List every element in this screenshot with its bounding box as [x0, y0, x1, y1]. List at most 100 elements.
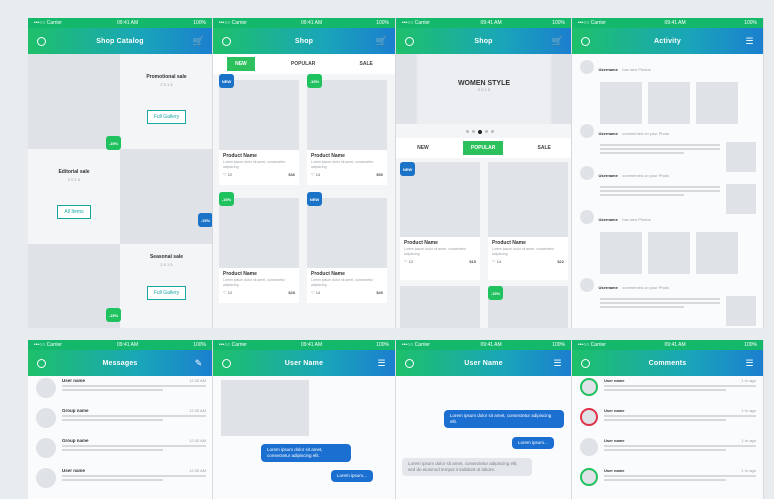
message-sender: User name: [62, 378, 86, 383]
hero-side-left: [396, 54, 416, 124]
status-bar: •••○○ Carrier 09:41 AM 100%: [396, 18, 571, 28]
time-text: 09:41 AM: [664, 342, 686, 348]
status-bar: •••○○ Carrier 09:41 AM 100%: [213, 18, 395, 28]
list-icon[interactable]: ☰: [744, 36, 755, 47]
promo-block-2[interactable]: Editorial sale 2 0 1 5 All Items: [28, 149, 120, 244]
activity-item[interactable]: Username commented on your Photo: [580, 276, 756, 326]
comment-author: User name: [604, 408, 625, 413]
avatar: [580, 59, 594, 74]
promo-block-3[interactable]: Seasonal sale 2 0 1 5 Full Gallery: [120, 244, 212, 328]
product-card[interactable]: Product Name Lorem ipsum dolor sit amet,…: [400, 162, 480, 280]
photo-thumb[interactable]: [600, 82, 642, 124]
photo-thumb[interactable]: [648, 82, 690, 124]
product-price: $36: [288, 172, 295, 177]
carrier-text: •••○○ Carrier: [34, 342, 62, 348]
activity-item[interactable]: Username has new Photos: [580, 58, 756, 124]
comment-item[interactable]: User name 1 hr ago: [580, 408, 756, 426]
product-image-partial: [400, 286, 480, 328]
screen-chat-2: •••○○ Carrier 09:41 AM 100% User Name ☰ …: [396, 340, 572, 499]
activity-user: Username: [598, 285, 618, 290]
message-item[interactable]: User name 12:30 AM: [36, 468, 206, 488]
photo-thumb[interactable]: [648, 232, 690, 274]
heart-icon[interactable]: ♡ 12: [223, 290, 232, 295]
comment-time: 1 hr ago: [741, 438, 756, 443]
all-items-button[interactable]: All Items: [57, 205, 91, 219]
product-name: Product Name: [311, 153, 345, 159]
comment-item[interactable]: User name 1 hr ago: [580, 468, 756, 486]
message-time: 12:30 AM: [189, 468, 206, 473]
product-desc: Lorem ipsum dolor sit amet, consectetur …: [223, 160, 286, 169]
shared-image[interactable]: [221, 380, 309, 436]
heart-icon[interactable]: ♡ 12: [223, 172, 232, 177]
promo-block-1[interactable]: Promotional sale 2 0 1 5 Full Gallery: [120, 54, 212, 149]
message-item[interactable]: User name 12:30 AM: [36, 378, 206, 398]
cart-icon[interactable]: 🛒: [376, 36, 387, 47]
menu-circle-icon[interactable]: [36, 36, 47, 47]
tab-new[interactable]: NEW: [227, 57, 255, 71]
activity-item[interactable]: Username has new Photos: [580, 208, 756, 274]
list-icon[interactable]: ☰: [552, 358, 563, 369]
activity-item[interactable]: Username commented on your Photo: [580, 164, 756, 214]
photo-thumb[interactable]: [696, 82, 738, 124]
heart-icon[interactable]: ♡ 14: [492, 259, 501, 264]
product-card[interactable]: Product Name Lorem ipsum dolor sit amet,…: [219, 198, 299, 303]
avatar: [580, 165, 594, 180]
discount-badge: -15%: [106, 308, 121, 322]
avatar: [580, 408, 598, 426]
activity-action: commented on your Photo: [622, 173, 670, 178]
tab-popular[interactable]: POPULAR: [283, 57, 323, 71]
promo-year: 2 0 1 5: [160, 262, 173, 267]
full-gallery-button[interactable]: Full Gallery: [146, 110, 187, 124]
tab-sale[interactable]: SALE: [352, 57, 381, 71]
message-sender: Group name: [62, 408, 89, 413]
avatar: [580, 378, 598, 396]
tab-sale[interactable]: SALE: [530, 141, 559, 155]
list-icon[interactable]: ☰: [744, 358, 755, 369]
menu-circle-icon[interactable]: [404, 358, 415, 369]
compose-icon[interactable]: ✎: [193, 358, 204, 369]
message-item[interactable]: Group name 12:30 AM: [36, 408, 206, 428]
heart-icon[interactable]: ♡ 14: [311, 172, 320, 177]
menu-circle-icon[interactable]: [404, 36, 415, 47]
cart-icon[interactable]: 🛒: [193, 36, 204, 47]
page-title: Messages: [102, 359, 138, 367]
hero-banner[interactable]: WOMEN STYLE 2 0 1 5: [396, 54, 571, 124]
menu-circle-icon[interactable]: [580, 358, 591, 369]
like-count: 12: [227, 172, 233, 177]
menu-circle-icon[interactable]: [221, 358, 232, 369]
activity-user: Username: [598, 217, 618, 222]
heart-icon[interactable]: ♡ 14: [311, 290, 320, 295]
comment-item[interactable]: User name 1 hr ago: [580, 438, 756, 456]
cart-icon[interactable]: 🛒: [552, 36, 563, 47]
menu-circle-icon[interactable]: [221, 36, 232, 47]
photo-thumb[interactable]: [600, 232, 642, 274]
battery-text: 100%: [376, 342, 389, 348]
message-item[interactable]: Group name 12:30 AM: [36, 438, 206, 458]
avatar: [580, 277, 594, 292]
product-card[interactable]: Product Name Lorem ipsum dolor sit amet,…: [488, 162, 568, 280]
hero-side-right: [552, 54, 571, 124]
menu-circle-icon[interactable]: [580, 36, 591, 47]
heart-icon[interactable]: ♡ 12: [404, 259, 413, 264]
tab-new[interactable]: NEW: [409, 141, 437, 155]
carousel-dots[interactable]: [466, 130, 494, 134]
product-card[interactable]: Product Name Lorem ipsum dolor sit amet,…: [307, 80, 387, 185]
product-footer: ♡ 14 $50: [307, 170, 387, 179]
carrier-text: •••○○ Carrier: [219, 20, 247, 26]
page-title: Shop: [474, 37, 493, 45]
photo-thumb[interactable]: [726, 296, 756, 326]
product-card[interactable]: Product Name Lorem ipsum dolor sit amet,…: [219, 80, 299, 185]
carrier-text: •••○○ Carrier: [578, 20, 606, 26]
product-card[interactable]: Product Name Lorem ipsum dolor sit amet,…: [307, 198, 387, 303]
comment-item[interactable]: User name 1 hr ago: [580, 378, 756, 396]
product-desc: Lorem ipsum dolor sit amet, consectetur …: [311, 278, 374, 287]
menu-circle-icon[interactable]: [36, 358, 47, 369]
new-badge: NEW: [400, 162, 415, 176]
message-bubble-received: Lorem ipsum dolor sit amet, consectetur …: [402, 458, 532, 476]
photo-thumb[interactable]: [696, 232, 738, 274]
full-gallery-button[interactable]: Full Gallery: [146, 286, 187, 300]
product-name: Product Name: [492, 240, 526, 246]
tab-popular[interactable]: POPULAR: [462, 141, 504, 155]
list-icon[interactable]: ☰: [376, 358, 387, 369]
app-bar: Shop 🛒: [396, 28, 571, 54]
